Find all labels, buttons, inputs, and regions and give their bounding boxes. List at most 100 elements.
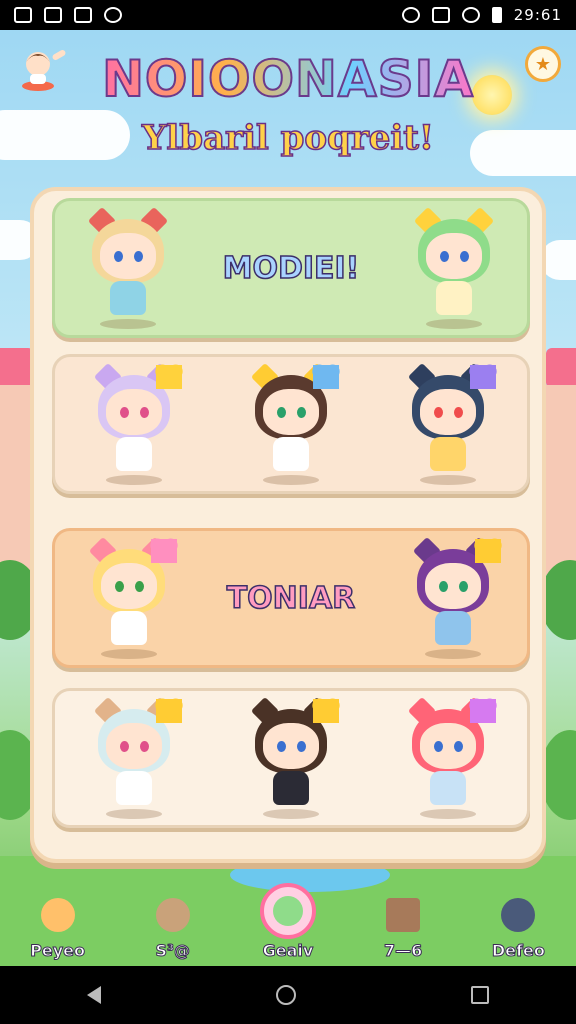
chibi-face [425,563,482,609]
chibi-eye [139,741,149,752]
avatar-circle-icon [259,883,316,939]
chibi-character[interactable] [404,205,504,331]
chibi-body [430,771,467,805]
heart-icon [470,699,497,723]
player-avatar-button[interactable] [16,44,72,94]
nav-icon-shape [272,896,303,926]
heart-icon [312,699,339,723]
house [0,385,30,575]
heart-icon [155,699,182,723]
home-icon[interactable] [275,985,296,1005]
chibi-shadow [105,475,162,485]
chibi-character[interactable] [241,695,341,821]
chibi-shadow [262,475,319,485]
chibi-face [420,723,477,769]
battery-icon [491,7,502,23]
nav-icon-shape [501,898,536,932]
chibi-character[interactable] [84,695,184,821]
nav-label: S³@ [155,941,191,961]
alarm-icon [401,7,420,23]
message-notification-icon [74,7,92,23]
chibi-shadow [262,809,319,819]
chibi-body [115,437,152,471]
chibi-face [262,723,319,769]
chibi-shadow [425,649,482,659]
chibi-eye [276,407,286,418]
app-notification-icon [14,7,32,23]
chibi-face [105,389,162,435]
chibi-shadow [426,319,483,329]
chibi-character[interactable] [241,361,341,487]
heart-icon [312,365,339,389]
chibi-eye [119,407,129,418]
nav-label: 7—6 [384,941,423,961]
house-roof [0,348,34,388]
nav-label: Defeo [491,941,545,961]
character-row-3[interactable]: TONIAR [52,528,530,668]
chibi-character[interactable] [78,205,178,331]
chibi-face [105,723,162,769]
house [546,385,576,575]
row-label: MODIEI! [222,250,360,287]
chibi-face [420,389,477,435]
chibi-eye [119,741,129,752]
character-row-4[interactable] [52,688,530,828]
heart-icon [475,539,502,563]
status-bar: 29:61 [0,0,576,30]
chibi-shadow [420,809,477,819]
heart-icon [155,365,182,389]
nav-item-3[interactable]: Geaiv [240,883,336,961]
system-navigation-bar [0,966,576,1024]
chibi-eye [296,741,306,752]
nav-item-4[interactable]: 7—6 [355,891,451,961]
chibi-character[interactable] [84,361,184,487]
chibi-body [272,771,309,805]
chibi-eye [139,407,149,418]
shop-machine-icon [378,891,428,939]
chibi-body [115,771,152,805]
chibi-character[interactable] [398,695,498,821]
character-row-2[interactable] [52,354,530,494]
cloud [470,130,576,176]
back-icon[interactable] [87,986,102,1004]
nav-item-1[interactable]: Peyeo [10,891,106,961]
chibi-body [435,611,472,645]
chibi-character[interactable] [398,361,498,487]
nav-item-5[interactable]: Defeo [470,891,566,961]
nav-item-2[interactable]: S³@ [125,891,221,961]
character-selection-panel: MODIEI! TONIAR [30,187,546,863]
critter-icon [148,891,198,939]
chibi-eye [276,741,286,752]
heart-icon [470,365,497,389]
settings-badge-button[interactable]: ★ [525,46,561,82]
chibi-body [272,437,309,471]
chibi-orange-icon [33,891,83,939]
chibi-face [426,233,483,279]
chibi-face [262,389,319,435]
notification-icons [14,7,122,23]
gallery-notification-icon [44,7,62,23]
chibi-shadow [100,649,157,659]
recent-apps-icon[interactable] [470,986,489,1004]
wifi-icon [461,7,480,23]
chibi-eye [114,581,124,592]
chibi-shadow [105,809,162,819]
bottom-navigation: Peyeo S³@ Geaiv 7—6 Defeo [0,878,576,966]
star-badge-icon: ★ [534,53,552,75]
chibi-face [100,563,157,609]
chibi-character[interactable] [403,535,503,661]
chibi-face [99,233,156,279]
chibi-character[interactable] [79,535,179,661]
nav-icon-shape [386,898,421,932]
chibi-shadow [420,475,477,485]
nav-label: Peyeo [30,941,86,961]
chibi-body [436,281,473,315]
character-row-1[interactable]: MODIEI! [52,198,530,338]
row-label: TONIAR [226,580,356,617]
chibi-body [110,611,147,645]
player-avatar-icon [22,50,66,91]
game-subtitle: Ylbaril poqreit! [141,117,434,159]
chibi-eye [133,251,143,262]
nav-icon-shape [155,898,190,932]
vibrate-icon [431,7,450,23]
